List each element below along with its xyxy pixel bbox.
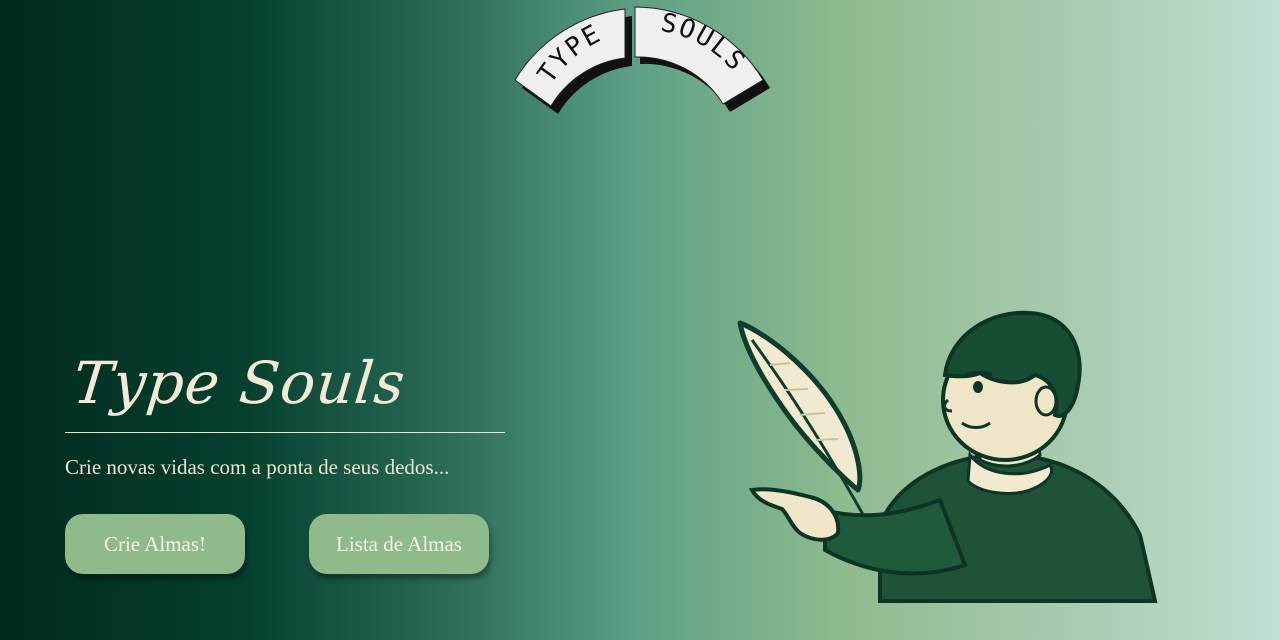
hero-buttons: Crie Almas! Lista de Almas <box>65 514 505 574</box>
boy-quill-icon <box>737 310 1158 603</box>
landing-page: TYPE SOULS Type Souls Crie novas vidas c… <box>0 0 1280 640</box>
hero-tagline: Crie novas vidas com a ponta de seus ded… <box>65 455 450 479</box>
create-souls-button[interactable]: Crie Almas! <box>65 514 245 574</box>
hero-title: Type Souls <box>69 349 409 417</box>
boy-with-quill-illustration <box>730 305 1170 605</box>
souls-list-button[interactable]: Lista de Almas <box>309 514 489 574</box>
hero-section: Type Souls Crie novas vidas com a ponta … <box>65 340 505 574</box>
hero-divider <box>65 432 505 433</box>
logo[interactable]: TYPE SOULS <box>505 0 775 125</box>
logo-arch-icon: TYPE SOULS <box>514 6 770 114</box>
